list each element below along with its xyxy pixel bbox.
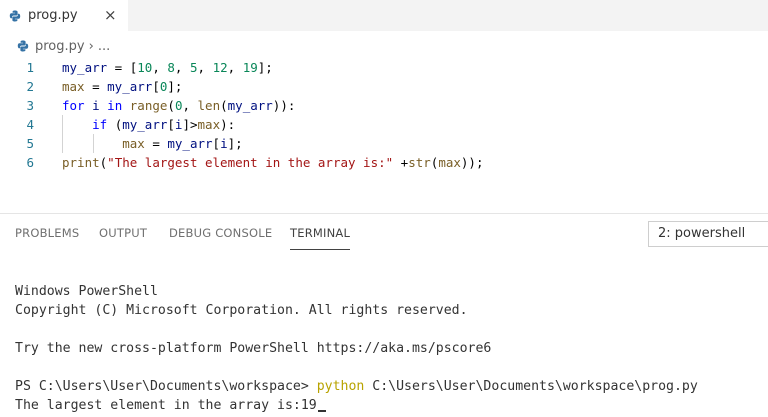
code-token: 12 xyxy=(212,60,228,75)
python-file-icon xyxy=(8,9,22,23)
breadcrumb-more[interactable]: ... xyxy=(98,39,110,54)
line-number: 3 xyxy=(26,98,34,113)
code-text: for i in range(0, len(my_arr)): xyxy=(62,96,295,115)
line-number: 6 xyxy=(26,155,34,170)
code-token: max xyxy=(62,79,85,94)
code-token: i xyxy=(220,136,228,151)
code-token: max xyxy=(122,136,145,151)
code-text: max = my_arr[i]; xyxy=(62,134,243,153)
terminal-prompt-line: PS C:\Users\User\Documents\workspace> py… xyxy=(15,377,698,396)
code-text: my_arr = [10, 8, 5, 12, 19]; xyxy=(62,58,273,77)
code-token: ): xyxy=(220,117,236,132)
code-token: [ xyxy=(167,117,175,132)
code-token: len xyxy=(197,98,221,113)
code-token: my_arr xyxy=(227,98,273,113)
code-token: , xyxy=(227,60,243,75)
code-token: = xyxy=(84,79,108,94)
code-text: print("The largest element in the array … xyxy=(62,153,483,172)
terminal-line: Windows PowerShell xyxy=(15,284,158,299)
active-tab-indicator xyxy=(290,249,350,250)
terminal-selector[interactable]: 2: powershell xyxy=(648,221,768,247)
code-token: in xyxy=(107,98,123,113)
code-token: my_arr xyxy=(107,79,153,94)
close-icon[interactable]: × xyxy=(104,7,117,23)
tab-problems[interactable]: PROBLEMS xyxy=(15,226,79,240)
code-token: , xyxy=(182,98,198,113)
tab-output[interactable]: OUTPUT xyxy=(99,226,147,240)
code-token: my_arr xyxy=(122,117,168,132)
code-line[interactable]: 2 max = my_arr[0]; xyxy=(0,77,768,96)
tab-filename: prog.py xyxy=(28,8,78,23)
code-token: = xyxy=(144,136,168,151)
code-token: 8 xyxy=(167,60,175,75)
line-number: 5 xyxy=(26,136,34,151)
code-token: , xyxy=(174,60,190,75)
terminal-command-arg: C:\Users\User\Documents\workspace\prog.p… xyxy=(364,379,698,394)
code-line[interactable]: 4 if (my_arr[i]>max): xyxy=(0,115,768,134)
code-token: = [ xyxy=(107,60,138,75)
code-line[interactable]: 3 for i in range(0, len(my_arr)): xyxy=(0,96,768,115)
code-token: print xyxy=(62,155,100,170)
code-token: my_arr xyxy=(62,60,108,75)
code-line[interactable]: 1 my_arr = [10, 8, 5, 12, 19]; xyxy=(0,58,768,77)
code-token: max xyxy=(438,155,461,170)
code-line[interactable]: 6 print("The largest element in the array… xyxy=(0,153,768,172)
tab-prog-py[interactable]: prog.py × xyxy=(0,0,128,31)
terminal-output-line: The largest element in the array is:19 xyxy=(15,396,326,415)
code-token: str xyxy=(408,155,431,170)
code-token: ]; xyxy=(257,60,273,75)
code-line[interactable]: 5 max = my_arr[i]; xyxy=(0,134,768,153)
code-token: ( xyxy=(167,98,175,113)
tab-debug-console[interactable]: DEBUG CONSOLE xyxy=(169,226,272,240)
line-number: 2 xyxy=(26,79,34,94)
code-token: )); xyxy=(460,155,484,170)
terminal-cursor[interactable] xyxy=(317,410,326,412)
terminal-line: Copyright (C) Microsoft Corporation. All… xyxy=(15,303,468,318)
tab-terminal[interactable]: TERMINAL xyxy=(290,226,350,240)
code-text: if (my_arr[i]>max): xyxy=(62,115,235,134)
code-token: range xyxy=(129,98,168,113)
code-token: [ xyxy=(212,136,221,151)
terminal-line: Try the new cross-platform PowerShell ht… xyxy=(15,341,492,356)
code-token: , xyxy=(152,60,168,75)
terminal-command: python xyxy=(316,379,365,394)
code-token: for xyxy=(62,98,85,113)
terminal-output: The largest element in the array is:19 xyxy=(15,398,317,413)
editor-tab-bar: prog.py × xyxy=(0,0,768,31)
code-token: if xyxy=(92,117,108,132)
code-token: my_arr xyxy=(167,136,213,151)
code-token: ( xyxy=(107,117,123,132)
line-number: 1 xyxy=(26,60,34,75)
code-editor[interactable]: 1 my_arr = [10, 8, 5, 12, 19]; 2 max = my_a… xyxy=(0,58,768,218)
chevron-right-icon: › xyxy=(88,38,94,54)
code-token: ]; xyxy=(167,79,183,94)
code-token: ]; xyxy=(227,136,243,151)
code-token: 10 xyxy=(137,60,153,75)
code-token: ]> xyxy=(182,117,198,132)
code-token: i xyxy=(92,98,100,113)
python-file-icon xyxy=(16,39,30,53)
code-token: "The largest element in the array is:" xyxy=(107,155,394,170)
code-token: 19 xyxy=(242,60,258,75)
code-text: max = my_arr[0]; xyxy=(62,77,182,96)
terminal-prompt: PS C:\Users\User\Documents\workspace> xyxy=(15,379,317,394)
code-token: ( xyxy=(220,98,228,113)
code-token: + xyxy=(393,155,409,170)
breadcrumb: prog.py › ... xyxy=(16,37,110,55)
code-token: )): xyxy=(272,98,296,113)
code-token: 5 xyxy=(189,60,198,75)
code-token: [ xyxy=(152,79,160,94)
code-token: max xyxy=(197,117,221,132)
code-token: , xyxy=(197,60,213,75)
line-number: 4 xyxy=(26,117,34,132)
breadcrumb-file[interactable]: prog.py xyxy=(35,39,85,54)
